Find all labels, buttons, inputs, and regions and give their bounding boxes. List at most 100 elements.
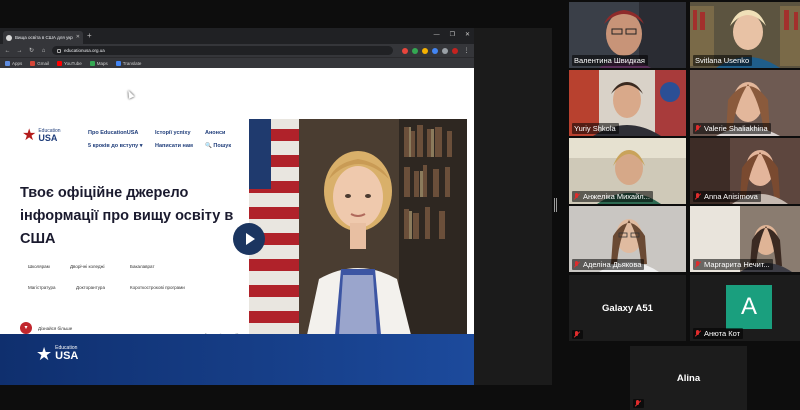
apps-icon — [5, 60, 10, 66]
chevron-down-icon: ▾ — [20, 322, 32, 334]
participant-name: Alina — [676, 372, 701, 384]
participant-tile[interactable]: Svitlana Usenko — [690, 2, 800, 68]
participant-name: Yuriy Shkola — [574, 124, 616, 133]
participant-name-tag — [572, 330, 583, 339]
footer-wordmark: Education USA — [55, 346, 78, 362]
learn-more-label: Дізнайся більше — [38, 325, 73, 331]
program-link[interactable]: Школярам — [28, 264, 50, 269]
participant-tile[interactable]: Маргарита Нечит... — [690, 206, 800, 272]
hero-title: Твоє офіційне джерело інформації про вищ… — [20, 185, 234, 247]
extension-icon[interactable] — [412, 47, 418, 54]
star-logo-icon: ★ — [36, 344, 53, 364]
tab-title: Вища освіта в США для україн... — [15, 35, 73, 40]
nav-contact[interactable]: Написати нам — [155, 143, 193, 149]
star-logo-icon: ★ — [22, 127, 37, 144]
bookmark-youtube[interactable]: YouTube — [57, 60, 82, 66]
participant-name-tag: Yuriy Shkola — [572, 123, 619, 134]
close-window-button[interactable]: ✕ — [465, 30, 470, 40]
nav-five-steps[interactable]: 5 кроків до вступу ▾ — [88, 143, 143, 149]
participant-avatar: A — [726, 285, 772, 329]
bookmark-maps[interactable]: Maps — [89, 60, 108, 66]
browser-tab[interactable]: Вища освіта в США для україн... ✕ — [3, 31, 83, 44]
participant-name-tag: Анжеліка Михайл... — [572, 191, 653, 202]
play-video-button[interactable] — [233, 223, 265, 255]
participant-name: Анюта Кот — [704, 329, 741, 338]
extension-icon[interactable] — [442, 47, 448, 54]
forward-button[interactable]: → — [16, 48, 23, 54]
muted-mic-icon — [695, 330, 701, 337]
participant-name-tag — [633, 399, 644, 408]
browser-toolbar: ← → ↻ ⌂ educationusa.org.ua ⋮ — [0, 44, 474, 57]
maps-icon — [89, 60, 95, 66]
footer-logo-bottom-text: USA — [55, 350, 79, 362]
participant-name-tag: Валентина Швидкая — [572, 55, 648, 66]
bookmark-translate[interactable]: Translate — [115, 60, 141, 66]
muted-mic-icon — [635, 400, 641, 407]
program-link[interactable]: Докторантура — [76, 285, 105, 290]
lock-icon — [57, 48, 61, 53]
tab-strip: Вища освіта в США для україн... ✕ + — ❐ … — [0, 28, 474, 44]
address-bar[interactable]: educationusa.org.ua — [52, 46, 393, 55]
site-logo[interactable]: ★ Education USA — [22, 128, 61, 144]
participant-tile[interactable]: A Анюта Кот — [690, 275, 800, 341]
participant-name-tag: Маргарита Нечит... — [693, 259, 773, 270]
back-button[interactable]: ← — [4, 48, 11, 54]
participant-name-tag: Анюта Кот — [693, 328, 744, 339]
participant-name: Svitlana Usenko — [695, 56, 750, 65]
muted-mic-icon — [695, 193, 701, 200]
program-link[interactable]: Дворічні коледжі — [70, 264, 105, 269]
program-link[interactable]: Короткострокові програми — [130, 285, 185, 290]
panel-resize-handle[interactable] — [554, 198, 558, 212]
participant-tile[interactable]: Valerie Shaliakhina — [690, 70, 800, 136]
home-button[interactable]: ⌂ — [40, 48, 47, 54]
participant-tile[interactable]: Galaxy A51 — [569, 275, 686, 341]
minimize-button[interactable]: — — [434, 30, 440, 40]
browser-window: Вища освіта в США для україн... ✕ + — ❐ … — [0, 28, 474, 385]
bookmark-gmail[interactable]: Gmail — [30, 60, 49, 66]
hero-video[interactable] — [249, 119, 467, 335]
participant-name: Anna Anisimova — [704, 192, 758, 201]
footer-logo: ★ Education USA — [36, 344, 78, 364]
participant-name: Валентина Швидкая — [574, 56, 645, 65]
nav-success-stories[interactable]: Історії успіху — [155, 130, 191, 136]
logo-wordmark: Education USA — [38, 129, 60, 143]
participant-tile[interactable]: Anna Anisimova — [690, 138, 800, 204]
youtube-icon — [57, 60, 63, 66]
participant-tile[interactable]: Аделіна Дьякова — [569, 206, 686, 272]
browser-menu-icon[interactable]: ⋮ — [463, 48, 470, 54]
participant-name-tag: Svitlana Usenko — [693, 55, 753, 66]
participant-name: Аделіна Дьякова — [583, 260, 642, 269]
participant-name: Galaxy A51 — [602, 302, 653, 314]
participant-name: Маргарита Нечит... — [704, 260, 770, 269]
nav-search[interactable]: 🔍 Пошук — [205, 143, 231, 149]
participant-tile[interactable]: Валентина Швидкая — [569, 2, 686, 68]
muted-mic-icon — [695, 261, 701, 268]
participant-tile[interactable]: Alina — [630, 346, 747, 410]
profile-avatar[interactable] — [452, 47, 458, 54]
logo-bottom-text: USA — [38, 133, 58, 143]
new-tab-button[interactable]: + — [87, 31, 92, 41]
extension-icon[interactable] — [432, 47, 438, 54]
extension-icon[interactable] — [402, 47, 408, 54]
program-link[interactable]: Магістратура — [28, 285, 55, 290]
bookmarks-bar: Apps Gmail YouTube Maps Translate — [0, 57, 474, 68]
maximize-button[interactable]: ❐ — [450, 30, 455, 40]
translate-icon — [115, 60, 121, 66]
learn-more-link[interactable]: ▾ Дізнайся більше — [20, 322, 72, 334]
zoom-meeting-window: Вища освіта в США для україн... ✕ + — ❐ … — [0, 0, 800, 410]
muted-mic-icon — [574, 331, 580, 338]
nav-announcements[interactable]: Анонси — [205, 130, 225, 136]
participant-name-tag: Аделіна Дьякова — [572, 259, 645, 270]
tab-close-icon[interactable]: ✕ — [76, 35, 80, 40]
reload-button[interactable]: ↻ — [28, 48, 35, 54]
participant-name: Valerie Shaliakhina — [704, 124, 768, 133]
participant-tile[interactable]: Анжеліка Михайл... — [569, 138, 686, 204]
participant-name: Анжеліка Михайл... — [583, 192, 650, 201]
bookmark-apps[interactable]: Apps — [5, 60, 22, 66]
presenter-video-frame — [249, 119, 467, 335]
nav-about[interactable]: Про EducationUSA — [88, 130, 138, 136]
extension-icon[interactable] — [422, 47, 428, 54]
participant-name-tag: Valerie Shaliakhina — [693, 123, 771, 134]
program-link[interactable]: Бакалаврат — [130, 264, 155, 269]
participant-tile-active-speaker[interactable]: Yuriy Shkola — [569, 70, 686, 136]
